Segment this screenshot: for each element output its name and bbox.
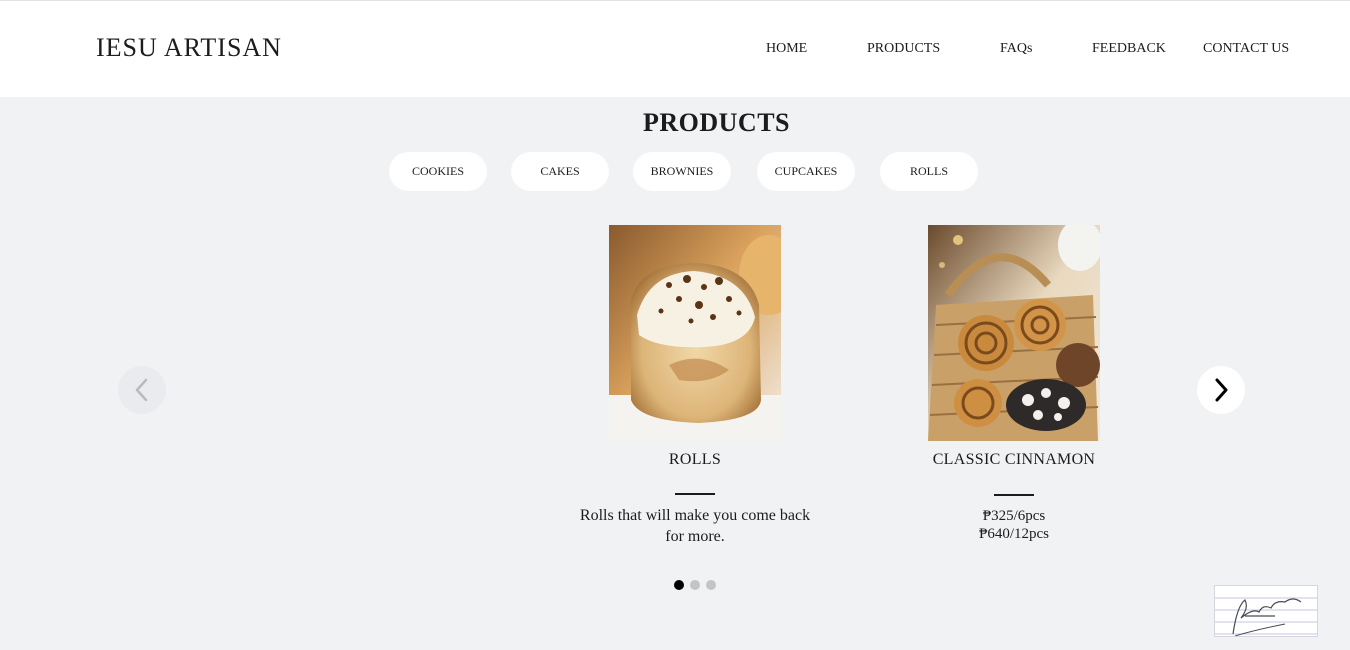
carousel-prev-button[interactable] [118, 366, 166, 414]
classic-cinnamon-image [928, 225, 1100, 441]
nav-faqs[interactable]: FAQs [1000, 41, 1032, 57]
carousel-dot-1[interactable] [674, 580, 684, 590]
category-cakes[interactable]: CAKES [511, 152, 609, 191]
carousel-dot-2[interactable] [690, 580, 700, 590]
brand-logo[interactable]: IESU ARTISAN [96, 33, 282, 63]
category-cookies[interactable]: COOKIES [389, 152, 487, 191]
nav-home[interactable]: HOME [766, 41, 807, 57]
category-cupcakes[interactable]: CUPCAKES [757, 152, 855, 191]
card-title: ROLLS [668, 451, 722, 468]
price-6pcs: ₱325/6pcs [982, 508, 1046, 524]
title-divider [675, 493, 715, 495]
nav-feedback[interactable]: FEEDBACK [1092, 41, 1166, 57]
rolls-image [609, 225, 781, 441]
card-description: Rolls that will make you come back for m… [579, 507, 811, 545]
section-title: PRODUCTS [642, 108, 790, 137]
title-divider [994, 494, 1034, 496]
card-title: CLASSIC CINNAMON [932, 451, 1096, 468]
site-header: IESU ARTISAN HOME PRODUCTS FAQs FEEDBACK… [0, 0, 1350, 97]
carousel-next-button[interactable] [1197, 366, 1245, 414]
nav-products[interactable]: PRODUCTS [867, 41, 940, 57]
chevron-right-icon [1215, 378, 1228, 402]
card-prices: ₱325/6pcs ₱640/12pcs [914, 507, 1114, 543]
nav-contact-us[interactable]: CONTACT US [1203, 41, 1289, 57]
category-rolls[interactable]: ROLLS [880, 152, 978, 191]
signature-stamp [1214, 585, 1318, 637]
category-brownies[interactable]: BROWNIES [633, 152, 731, 191]
price-12pcs: ₱640/12pcs [978, 526, 1049, 542]
carousel-dot-3[interactable] [706, 580, 716, 590]
chevron-left-icon [135, 378, 148, 402]
